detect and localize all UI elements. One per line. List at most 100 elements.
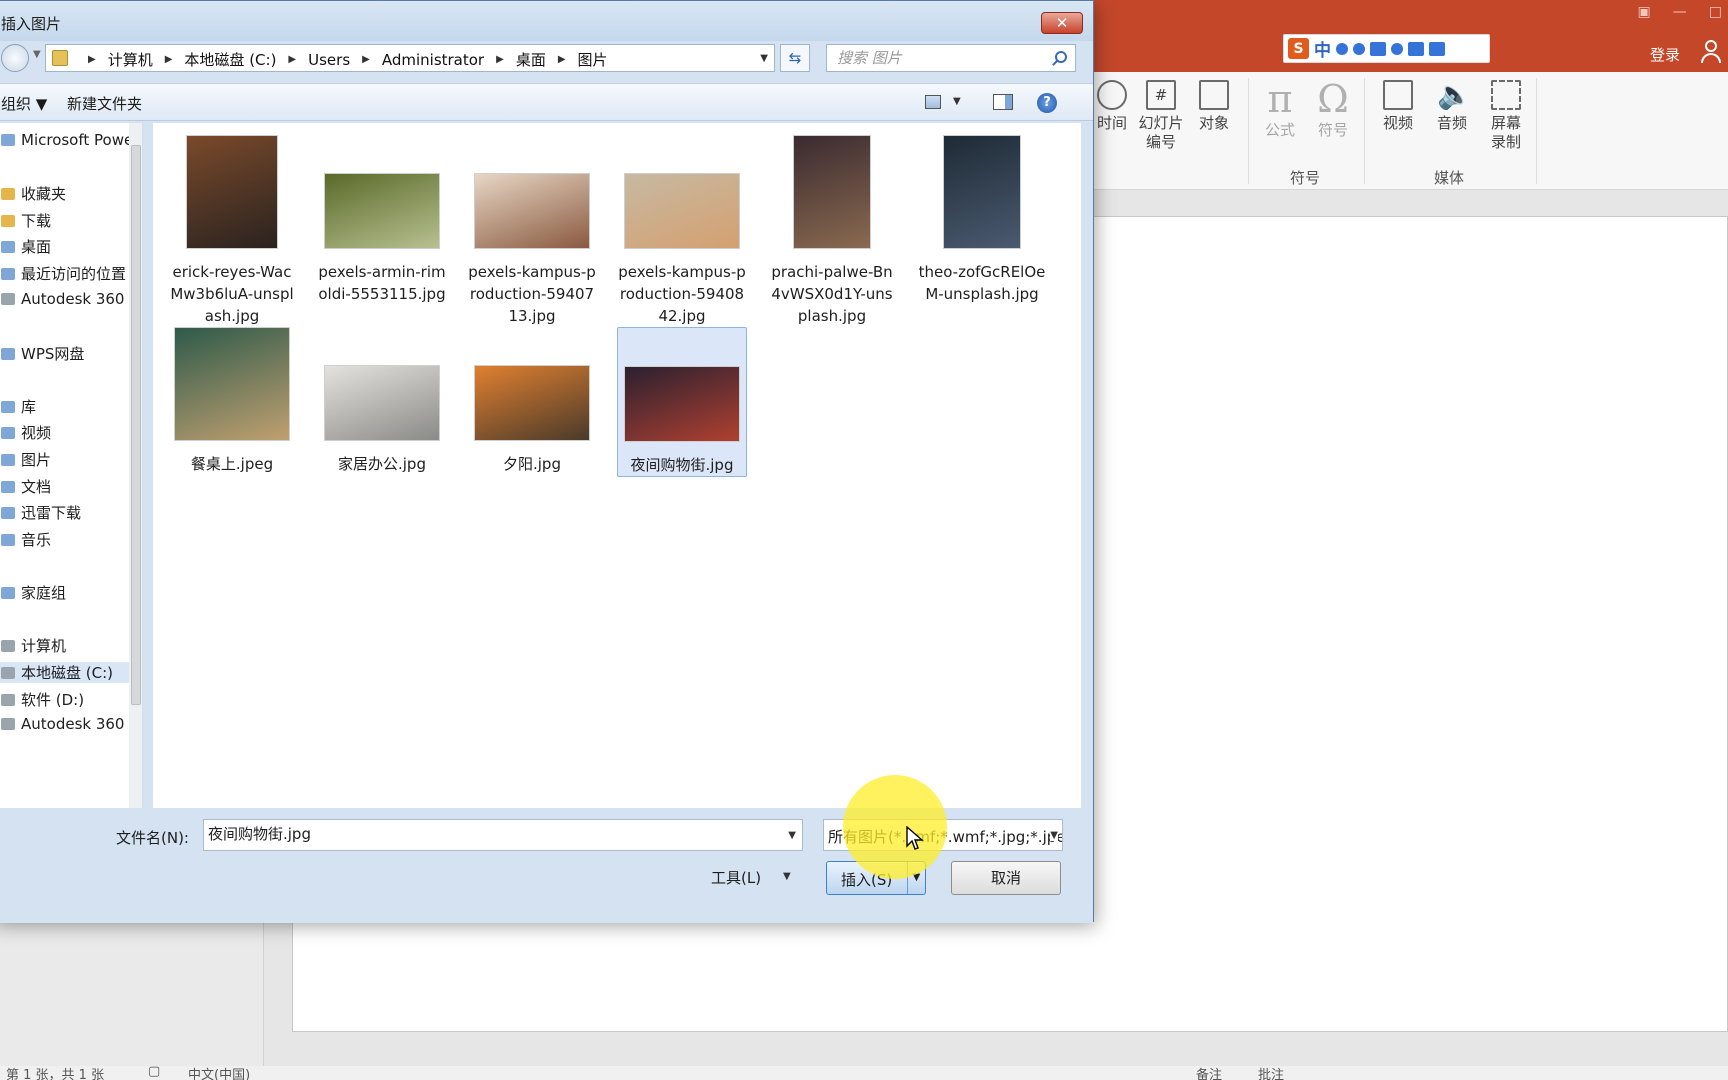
nav-item[interactable]: 迅雷下载 [1, 502, 81, 523]
refresh-button[interactable]: ⇆ [780, 44, 810, 72]
search-box[interactable] [826, 44, 1076, 72]
nav-item[interactable]: 计算机 [1, 635, 66, 656]
nav-item-label: 图片 [21, 451, 52, 469]
comments-button[interactable]: 批注 [1258, 1064, 1284, 1080]
file-item[interactable]: theo-zofGcRElOeM-unsplash.jpg [917, 127, 1047, 317]
breadcrumb-item[interactable]: Users [308, 51, 350, 69]
preview-pane-icon[interactable] [993, 94, 1013, 110]
symbol-button[interactable]: Ω 符号 [1305, 80, 1361, 140]
equation-button[interactable]: π 公式 [1252, 80, 1308, 140]
nav-item[interactable]: 视频 [1, 422, 51, 443]
nav-item[interactable]: 下载 [1, 210, 51, 231]
media-group-label: 媒体 [1434, 169, 1465, 187]
language-indicator[interactable]: 中文(中国) [188, 1064, 250, 1080]
nav-item[interactable]: Autodesk 360 [1, 290, 124, 308]
nav-item[interactable]: 软件 (D:) [1, 689, 84, 710]
nav-item[interactable]: 家庭组 [1, 582, 66, 603]
change-view-icon[interactable] [925, 95, 941, 109]
minimize-icon[interactable]: — [1673, 4, 1687, 20]
search-input[interactable] [837, 49, 1037, 67]
ime-toolbar[interactable]: S 中 [1283, 34, 1490, 63]
navigation-pane[interactable]: Microsoft PowerPoint 收藏夹下载桌面最近访问的位置 Autode… [0, 123, 143, 808]
nav-item[interactable]: 收藏夹 [1, 183, 66, 204]
breadcrumb-separator-icon[interactable]: ▶ [165, 54, 173, 65]
breadcrumb-item[interactable]: 桌面 [516, 49, 546, 70]
breadcrumb-separator-icon[interactable]: ▶ [558, 54, 566, 65]
user-mini-icon[interactable] [1391, 42, 1403, 55]
file-list[interactable]: erick-reyes-WacMw3b6luA-unsplash.jpg pexe… [153, 123, 1081, 808]
image-thumbnail [943, 135, 1021, 249]
command-bar: 组织 ▼ 新建文件夹 ▼ ? [0, 83, 1093, 121]
nav-item[interactable]: 文档 [1, 476, 51, 497]
nav-item[interactable]: 库 [1, 396, 36, 417]
notes-button[interactable]: 备注 [1196, 1064, 1222, 1080]
nav-item-icon [1, 453, 15, 466]
nav-scrollbar[interactable] [129, 123, 142, 808]
ime-language[interactable]: 中 [1314, 36, 1331, 61]
login-link[interactable]: 登录 [1650, 44, 1680, 65]
file-item[interactable]: pexels-kampus-production-5940842.jpg [617, 127, 747, 325]
audio-button[interactable]: 🔈 音频 [1424, 80, 1480, 133]
nav-item[interactable]: 图片 [1, 449, 51, 470]
filename-combobox[interactable]: ▼ [203, 819, 803, 851]
breadcrumb-separator-icon[interactable]: ▶ [288, 54, 296, 65]
file-item[interactable]: 餐桌上.jpeg [167, 327, 297, 477]
help-icon[interactable]: ? [1037, 93, 1057, 113]
address-dropdown-icon[interactable]: ▼ [760, 53, 768, 64]
search-icon[interactable] [1055, 51, 1067, 63]
view-dropdown-icon[interactable]: ▼ [953, 96, 961, 107]
nav-item[interactable]: Microsoft PowerPoint [1, 131, 142, 149]
nav-item[interactable]: WPS网盘 [1, 343, 84, 364]
restore-icon[interactable]: ▣ [1638, 4, 1651, 20]
filename-input[interactable] [208, 824, 768, 842]
file-item[interactable]: pexels-armin-rimoldi-5553115.jpg [317, 127, 447, 317]
back-button[interactable] [1, 44, 29, 72]
nav-item[interactable]: 本地磁盘 (C:) [0, 662, 131, 683]
nav-item[interactable]: Autodesk 360 [1, 715, 124, 733]
breadcrumb-item[interactable]: 图片 [578, 49, 608, 70]
screen-recording-button[interactable]: 屏幕 录制 [1478, 80, 1534, 152]
scrollbar-thumb[interactable] [131, 145, 141, 705]
breadcrumb-item[interactable]: Administrator [382, 51, 484, 69]
slide-number-button[interactable]: # 幻灯片 编号 [1133, 80, 1189, 152]
history-dropdown-icon[interactable]: ▼ [33, 49, 41, 60]
nav-item[interactable]: 桌面 [1, 236, 51, 257]
skin-icon[interactable] [1408, 41, 1424, 56]
file-item[interactable]: pexels-kampus-production-5940713.jpg [467, 127, 597, 325]
breadcrumb-separator-icon[interactable]: ▶ [88, 54, 96, 65]
file-item[interactable]: erick-reyes-WacMw3b6luA-unsplash.jpg [167, 127, 297, 325]
tools-button[interactable]: 工具(L) [711, 867, 761, 888]
file-item[interactable]: prachi-palwe-Bn4vWSX0d1Y-unsplash.jpg [767, 127, 897, 325]
video-label: 视频 [1382, 114, 1413, 132]
tools-dropdown-icon[interactable]: ▼ [783, 871, 791, 882]
punctuation-icon[interactable] [1353, 42, 1365, 55]
keyboard-icon[interactable] [1370, 41, 1386, 56]
breadcrumb-item[interactable]: 本地磁盘 (C:) [184, 49, 276, 70]
sogou-logo-icon: S [1288, 38, 1309, 59]
wrench-icon[interactable] [1429, 41, 1445, 56]
object-button[interactable]: 对象 [1186, 80, 1242, 133]
image-thumbnail [624, 366, 740, 442]
filename-dropdown-icon[interactable]: ▼ [788, 830, 796, 841]
file-item[interactable]: 家居办公.jpg [317, 327, 447, 477]
close-button[interactable]: ✕ [1041, 12, 1083, 34]
organize-button[interactable]: 组织 ▼ [1, 93, 47, 114]
spellcheck-icon[interactable]: ▢ [148, 1064, 160, 1079]
breadcrumb-separator-icon[interactable]: ▶ [362, 54, 370, 65]
new-folder-button[interactable]: 新建文件夹 [67, 93, 142, 114]
breadcrumb-item[interactable]: 计算机 [108, 49, 153, 70]
nav-item[interactable]: 音乐 [1, 529, 51, 550]
moon-icon[interactable] [1336, 42, 1348, 55]
nav-item[interactable]: 最近访问的位置 [1, 263, 126, 284]
maximize-icon[interactable]: □ [1709, 4, 1722, 20]
user-icon[interactable] [1700, 40, 1722, 64]
video-button[interactable]: 视频 [1370, 80, 1426, 133]
file-item[interactable]: 夕阳.jpg [467, 327, 597, 477]
address-bar[interactable]: ▶ 计算机 ▶ 本地磁盘 (C:) ▶ Users ▶ Administrator ▶ 桌面 ▶ 图片… [45, 44, 775, 72]
breadcrumb-separator-icon[interactable]: ▶ [496, 54, 504, 65]
file-type-dropdown-icon[interactable]: ▼ [1050, 830, 1058, 841]
dialog-titlebar[interactable]: 插入图片 ✕ [0, 1, 1093, 41]
cancel-button[interactable]: 取消 [951, 861, 1061, 895]
file-item[interactable]: 夜间购物街.jpg [617, 327, 747, 477]
ribbon-separator [1536, 78, 1537, 184]
